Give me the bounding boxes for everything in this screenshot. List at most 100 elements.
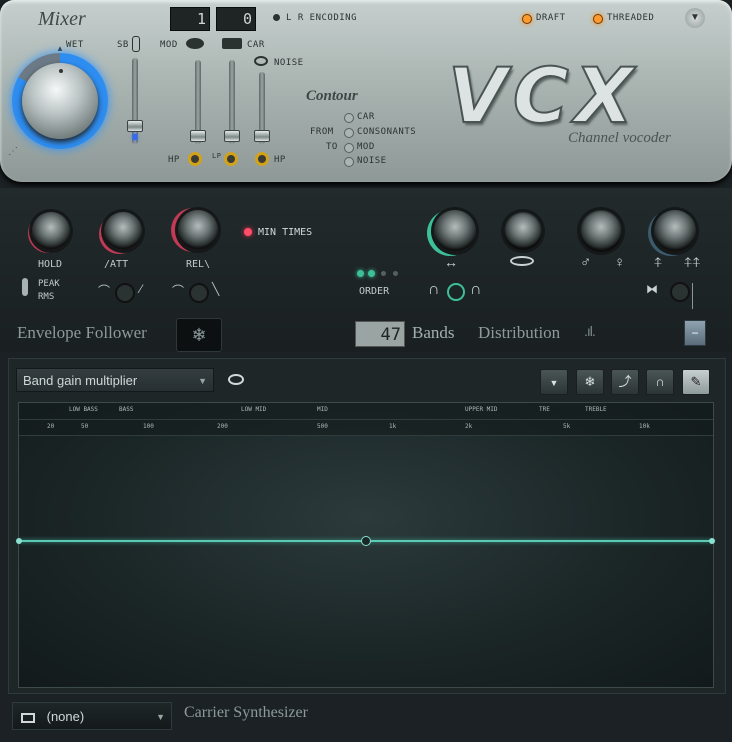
threaded-led[interactable] — [593, 14, 603, 24]
envelope-follower-title: Envelope Follower — [17, 323, 147, 342]
snowflake-icon: ❄ — [584, 374, 596, 389]
order-led-2[interactable] — [368, 270, 375, 277]
lp-filter-knob[interactable] — [224, 152, 238, 166]
formant-lips-icon — [510, 256, 534, 266]
order-led-4[interactable] — [393, 271, 398, 276]
ruler-hz-1k: 1k — [389, 423, 397, 430]
grip-dots-icon: ⋰ — [8, 146, 18, 157]
ruler-low-mid: LOW MID — [241, 406, 267, 413]
gain-curve-point-left[interactable] — [16, 538, 22, 544]
mod-label: MOD — [160, 40, 178, 50]
ruler-hz-200: 200 — [217, 423, 228, 430]
threaded-label: THREADED — [607, 13, 655, 23]
contour-radio-car[interactable] — [344, 113, 354, 123]
contour-title: Contour — [306, 88, 358, 104]
mixer-title: Mixer — [38, 8, 86, 30]
att-curve-left-icon: ⌒ — [98, 284, 111, 298]
lcd-right-display[interactable]: 0 — [216, 7, 256, 31]
contour-option-consonants: CONSONANTS — [357, 127, 417, 137]
contour-radio-consonants[interactable] — [344, 128, 354, 138]
gender-knob[interactable] — [580, 210, 622, 252]
gain-curve-point-right[interactable] — [709, 538, 715, 544]
min-times-led[interactable] — [244, 228, 252, 236]
order-led-3[interactable] — [381, 271, 386, 276]
graph-mode-select[interactable]: Band gain multiplier ▼ — [16, 368, 214, 392]
sb-fader-handle[interactable] — [127, 120, 143, 132]
hp2-filter-knob[interactable] — [255, 152, 269, 166]
mod-lips-toggle-icon[interactable] — [228, 374, 244, 385]
band-shape-left-icon: ∩ — [428, 281, 440, 298]
att-curve-right-icon: ⁄ — [140, 282, 143, 296]
graph-curve-button[interactable]: ⤴ — [611, 369, 639, 395]
rel-slope-icon: \ — [204, 259, 211, 270]
sb-label: SB — [117, 40, 129, 50]
graph-menu-button[interactable]: ▼ — [540, 369, 568, 395]
ruler-treble: TREBLE — [585, 406, 607, 413]
contour-radio-noise[interactable] — [344, 157, 354, 167]
distribution-minus-button[interactable]: − — [684, 320, 706, 346]
dropdown-icon: ▼ — [549, 378, 559, 388]
sb-indicator — [133, 134, 137, 140]
wet-knob[interactable] — [22, 63, 98, 139]
envelope-freeze-icon[interactable]: ❄ — [176, 318, 222, 352]
min-times-label: MIN TIMES — [258, 227, 313, 238]
att-knob[interactable] — [104, 212, 142, 250]
order-led-1[interactable] — [357, 270, 364, 277]
rel-label: REL\ — [186, 259, 211, 270]
car-piano-icon — [222, 38, 242, 49]
pencil-icon: ✎ — [690, 374, 702, 389]
graph-bandshape-button[interactable]: ∩ — [646, 369, 674, 395]
shift-knob[interactable] — [434, 210, 476, 252]
hp2-label: HP — [274, 155, 286, 165]
hp-filter-knob[interactable] — [188, 152, 202, 166]
car-fader-handle[interactable] — [224, 130, 240, 142]
draft-led[interactable] — [522, 14, 532, 24]
stereo-width-knob[interactable] — [670, 282, 690, 302]
ruler-hz-5k: 5k — [563, 423, 571, 430]
ruler-tre: TRE — [539, 406, 550, 413]
band-gain-graph[interactable]: LOW BASS BASS LOW MID MID UPPER MID TRE … — [16, 402, 715, 688]
mod-fader-handle[interactable] — [190, 130, 206, 142]
band-shape-right-icon: ∩ — [470, 281, 482, 298]
ruler-hz-50: 50 — [81, 423, 89, 430]
ruler-hz-2k: 2k — [465, 423, 473, 430]
noise-label: NOISE — [274, 58, 304, 68]
ruler-hz-10k: 10k — [639, 423, 650, 430]
contour-radio-mod[interactable] — [344, 143, 354, 153]
ruler-bass: BASS — [119, 406, 134, 413]
carrier-chevron-icon: ▼ — [156, 712, 165, 722]
sb-mic-icon — [132, 36, 140, 52]
rel-curve-left-icon: ⌒ — [172, 284, 185, 298]
band-shape-center-icon[interactable] — [447, 283, 465, 301]
rel-knob[interactable] — [178, 210, 218, 250]
lcd-left-display[interactable]: 1 — [170, 7, 210, 31]
ruler-hz-100: 100 — [143, 423, 154, 430]
menu-chevron-icon[interactable]: ▼ — [685, 8, 705, 28]
carrier-select[interactable]: (none) ▼ — [12, 702, 172, 730]
select-chevron-icon: ▼ — [198, 376, 207, 386]
rel-curve-knob[interactable] — [189, 283, 209, 303]
graph-draw-button[interactable]: ✎ — [682, 369, 710, 395]
rms-label: RMS — [38, 292, 55, 302]
carrier-synthesizer-label: Carrier Synthesizer — [184, 704, 308, 721]
rel-curve-right-icon: ╲ — [212, 282, 220, 296]
formant-knob[interactable] — [504, 212, 542, 250]
lr-encoding-label: L R ENCODING — [286, 13, 358, 23]
graph-mode-value: Band gain multiplier — [23, 373, 138, 388]
graph-freeze-button[interactable]: ❄ — [576, 369, 604, 395]
noise-fader-handle[interactable] — [254, 130, 270, 142]
distribution-bars-icon: .ıl. — [584, 323, 596, 339]
contour-option-car: CAR — [357, 112, 375, 122]
lr-encoding-radio[interactable] — [273, 14, 280, 21]
hp-label: HP — [168, 155, 180, 165]
bands-count-display[interactable]: 47 — [355, 321, 405, 347]
noise-icon — [254, 56, 268, 66]
pitch-knob[interactable] — [654, 210, 696, 252]
contour-option-mod: MOD — [357, 142, 375, 152]
hold-label: HOLD — [38, 259, 63, 270]
hold-knob[interactable] — [32, 212, 70, 250]
peak-rms-switch[interactable] — [22, 278, 28, 296]
ruler-upper-mid: UPPER MID — [465, 406, 498, 413]
gain-curve-point-center[interactable] — [361, 536, 371, 546]
att-curve-knob[interactable] — [115, 283, 135, 303]
